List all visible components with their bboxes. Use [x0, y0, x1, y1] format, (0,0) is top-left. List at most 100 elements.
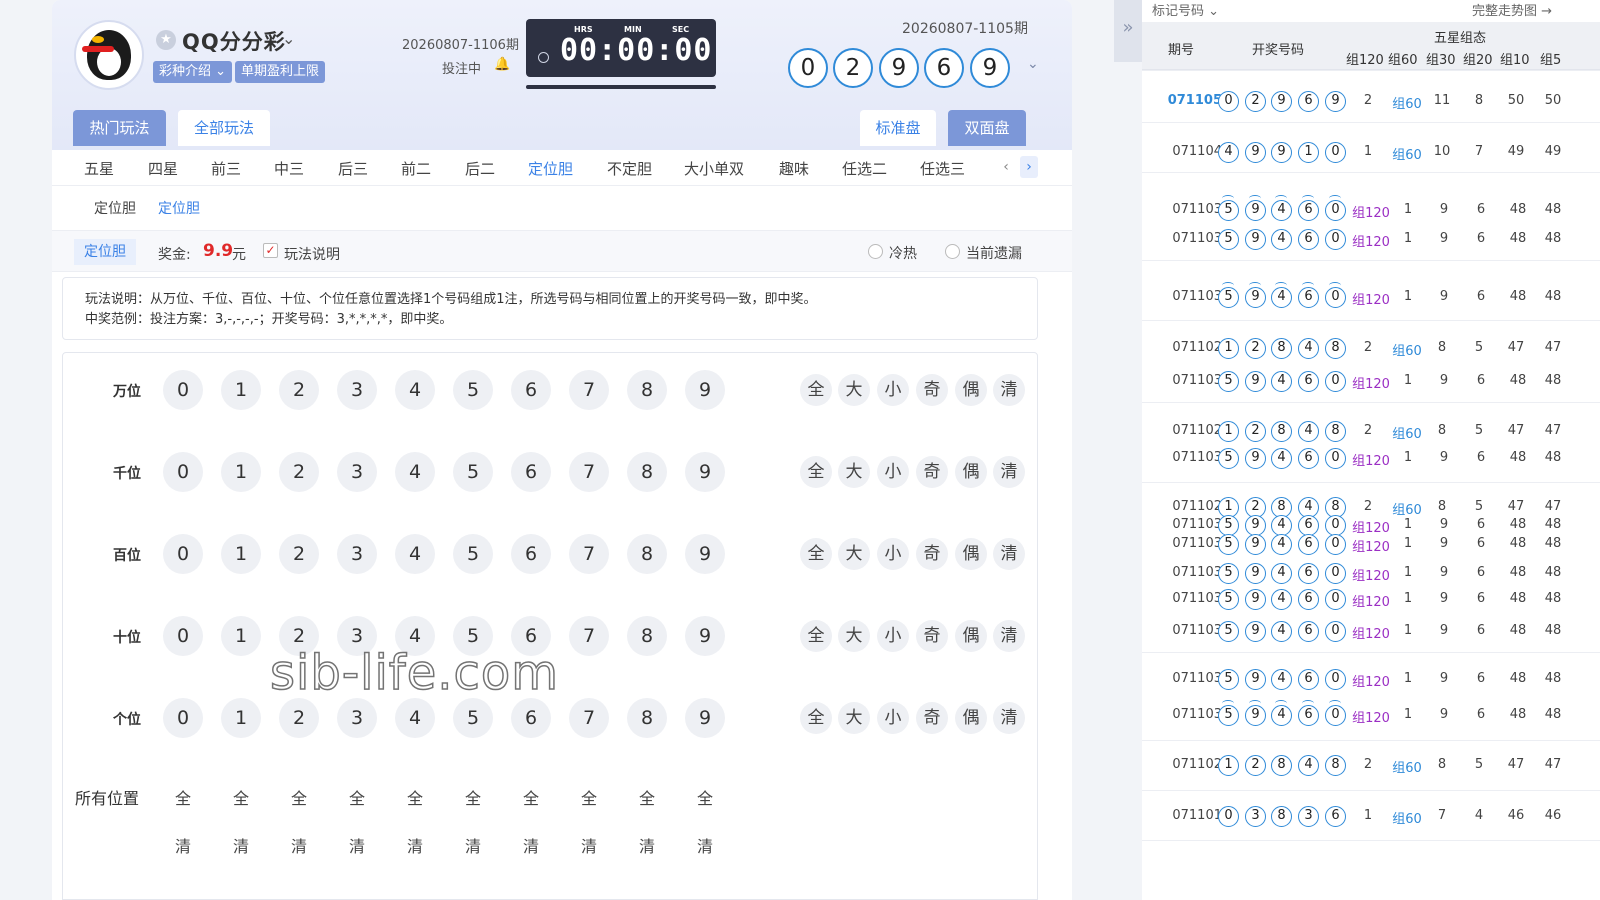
- number-button[interactable]: 0: [163, 452, 203, 492]
- quick-select-button[interactable]: 偶: [955, 538, 987, 570]
- number-button[interactable]: 1: [221, 698, 261, 738]
- play-tab[interactable]: 前三: [211, 158, 241, 179]
- column-clear-button[interactable]: 清: [572, 830, 606, 864]
- number-button[interactable]: 3: [337, 370, 377, 410]
- tab-hot-plays[interactable]: 热门玩法: [73, 110, 166, 146]
- history-row[interactable]: 071103 5 9 4 6 0 组120 1 9 6 48 48: [1142, 589, 1600, 611]
- quick-select-button[interactable]: 小: [877, 702, 909, 734]
- number-button[interactable]: 8: [627, 452, 667, 492]
- number-button[interactable]: 0: [163, 616, 203, 656]
- column-clear-button[interactable]: 清: [282, 830, 316, 864]
- number-button[interactable]: 4: [395, 698, 435, 738]
- tab-standard-board[interactable]: 标准盘: [860, 110, 936, 146]
- quick-select-button[interactable]: 全: [800, 456, 832, 488]
- mode-badge[interactable]: 定位胆: [74, 239, 136, 265]
- quick-select-button[interactable]: 全: [800, 702, 832, 734]
- quick-select-button[interactable]: 清: [993, 456, 1025, 488]
- history-row[interactable]: 071102 1 2 8 4 8 2 组60 8 5 47 47: [1142, 421, 1600, 443]
- column-select-all-button[interactable]: 全: [398, 782, 432, 816]
- quick-select-button[interactable]: 全: [800, 538, 832, 570]
- current-miss-label[interactable]: 当前遗漏: [966, 243, 1022, 263]
- hot-cold-radio[interactable]: [868, 244, 883, 259]
- quick-select-button[interactable]: 全: [800, 374, 832, 406]
- number-button[interactable]: 6: [511, 370, 551, 410]
- column-clear-button[interactable]: 清: [688, 830, 722, 864]
- number-button[interactable]: 7: [569, 452, 609, 492]
- number-button[interactable]: 9: [685, 616, 725, 656]
- number-button[interactable]: 9: [685, 452, 725, 492]
- current-miss-radio[interactable]: [945, 244, 960, 259]
- quick-select-button[interactable]: 奇: [916, 702, 948, 734]
- quick-select-button[interactable]: 偶: [955, 456, 987, 488]
- quick-select-button[interactable]: 偶: [955, 620, 987, 652]
- history-row[interactable]: 071103 5 9 4 6 0 组120 1 9 6 48 48: [1142, 371, 1600, 393]
- column-clear-button[interactable]: 清: [456, 830, 490, 864]
- column-select-all-button[interactable]: 全: [572, 782, 606, 816]
- number-button[interactable]: 8: [627, 370, 667, 410]
- quick-select-button[interactable]: 清: [993, 374, 1025, 406]
- quick-select-button[interactable]: 大: [838, 620, 870, 652]
- tab-all-plays[interactable]: 全部玩法: [178, 110, 270, 146]
- history-row[interactable]: 071103 5 9 4 6 0 组120 1 9 6 48 48: [1142, 195, 1600, 222]
- chevron-down-icon[interactable]: ⌄: [282, 29, 295, 48]
- number-button[interactable]: 4: [395, 534, 435, 574]
- number-button[interactable]: 7: [569, 616, 609, 656]
- play-tab[interactable]: 趣味: [779, 158, 809, 179]
- game-intro-button[interactable]: 彩种介绍 ⌄: [153, 61, 233, 83]
- quick-select-button[interactable]: 大: [838, 538, 870, 570]
- history-row[interactable]: 071103 5 9 4 6 0 组120 1 9 6 48 48: [1142, 282, 1600, 309]
- column-clear-button[interactable]: 清: [514, 830, 548, 864]
- history-row[interactable]: 071103 5 9 4 6 0 组120 1 9 6 48 48: [1142, 669, 1600, 691]
- number-button[interactable]: 1: [221, 534, 261, 574]
- quick-select-button[interactable]: 清: [993, 538, 1025, 570]
- number-button[interactable]: 0: [163, 370, 203, 410]
- number-button[interactable]: 9: [685, 534, 725, 574]
- full-trend-link[interactable]: 完整走势图 →: [1472, 0, 1552, 19]
- column-select-all-button[interactable]: 全: [688, 782, 722, 816]
- column-clear-button[interactable]: 清: [224, 830, 258, 864]
- column-select-all-button[interactable]: 全: [282, 782, 316, 816]
- play-tab-active[interactable]: 定位胆: [528, 158, 573, 179]
- play-tab[interactable]: 五星: [84, 158, 114, 179]
- quick-select-button[interactable]: 大: [838, 374, 870, 406]
- number-button[interactable]: 3: [337, 534, 377, 574]
- quick-select-button[interactable]: 小: [877, 620, 909, 652]
- quick-select-button[interactable]: 大: [838, 456, 870, 488]
- number-button[interactable]: 1: [221, 370, 261, 410]
- quick-select-button[interactable]: 奇: [916, 620, 948, 652]
- number-button[interactable]: 6: [511, 452, 551, 492]
- history-row[interactable]: 071102 1 2 8 4 8 2 组60 8 5 47 47: [1142, 755, 1600, 777]
- number-button[interactable]: 9: [685, 698, 725, 738]
- column-select-all-button[interactable]: 全: [224, 782, 258, 816]
- quick-select-button[interactable]: 偶: [955, 702, 987, 734]
- history-row[interactable]: 071103 5 9 4 6 0 组120 1 9 6 48 48: [1142, 700, 1600, 727]
- quick-select-button[interactable]: 大: [838, 702, 870, 734]
- column-select-all-button[interactable]: 全: [166, 782, 200, 816]
- history-row[interactable]: 071103 5 9 4 6 0 组120 1 9 6 48 48: [1142, 563, 1600, 585]
- quick-select-button[interactable]: 清: [993, 620, 1025, 652]
- column-clear-button[interactable]: 清: [398, 830, 432, 864]
- chevron-left-icon[interactable]: ‹: [997, 156, 1015, 178]
- number-button[interactable]: 2: [279, 370, 319, 410]
- quick-select-button[interactable]: 奇: [916, 538, 948, 570]
- column-clear-button[interactable]: 清: [340, 830, 374, 864]
- number-button[interactable]: 0: [163, 698, 203, 738]
- quick-select-button[interactable]: 小: [877, 374, 909, 406]
- number-button[interactable]: 9: [685, 370, 725, 410]
- play-tab[interactable]: 中三: [274, 158, 304, 179]
- number-button[interactable]: 8: [627, 534, 667, 574]
- play-tab[interactable]: 任选三: [920, 158, 965, 179]
- number-button[interactable]: 8: [627, 616, 667, 656]
- number-button[interactable]: 4: [395, 370, 435, 410]
- quick-select-button[interactable]: 奇: [916, 456, 948, 488]
- quick-select-button[interactable]: 小: [877, 538, 909, 570]
- play-tab[interactable]: 前二: [401, 158, 431, 179]
- number-button[interactable]: 0: [163, 534, 203, 574]
- play-tab[interactable]: 后三: [338, 158, 368, 179]
- number-button[interactable]: 5: [453, 370, 493, 410]
- column-select-all-button[interactable]: 全: [340, 782, 374, 816]
- play-tab[interactable]: 后二: [465, 158, 495, 179]
- play-tab[interactable]: 四星: [148, 158, 178, 179]
- number-button[interactable]: 7: [569, 370, 609, 410]
- number-button[interactable]: 2: [279, 534, 319, 574]
